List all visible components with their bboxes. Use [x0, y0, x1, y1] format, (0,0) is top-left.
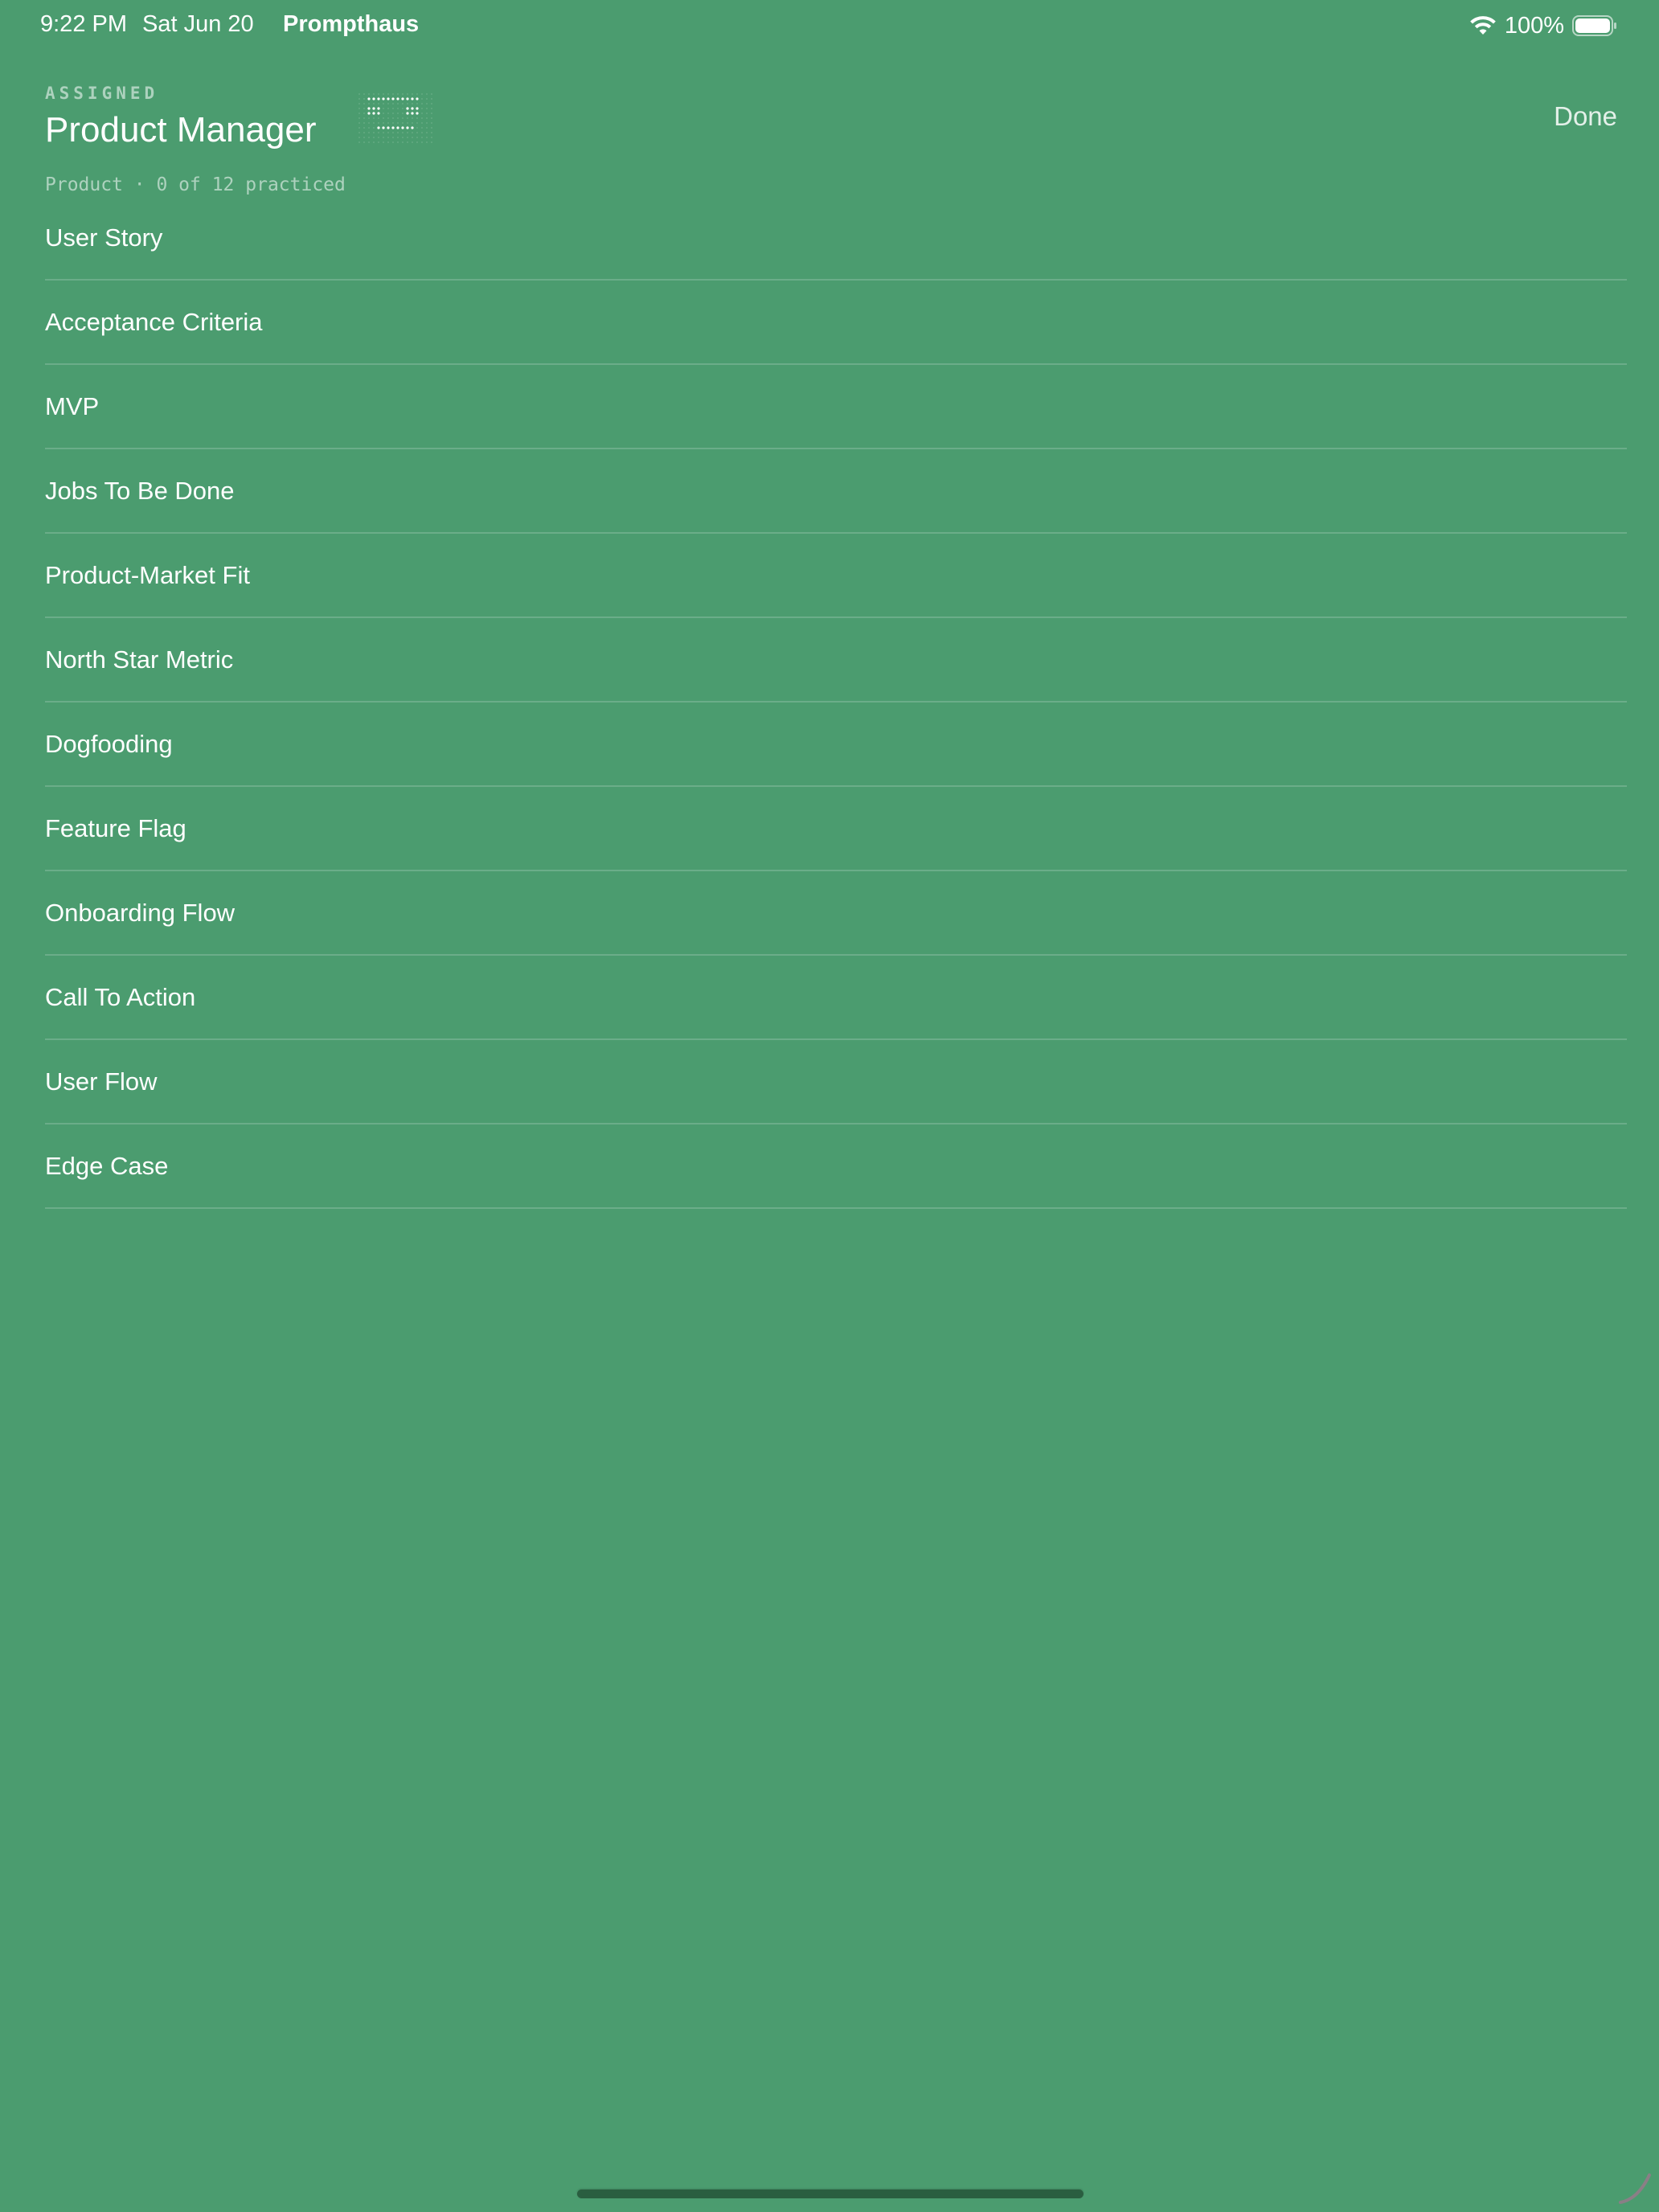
- status-date: Sat Jun 20: [142, 11, 254, 37]
- status-indicators: 100%: [1469, 11, 1617, 40]
- battery-icon: [1572, 15, 1616, 36]
- list-item-label: Call To Action: [45, 982, 196, 1011]
- list-item-label: Jobs To Be Done: [45, 476, 235, 505]
- progress-subtitle: Product · 0 of 12 practiced: [45, 174, 346, 195]
- list-item[interactable]: User Story: [45, 196, 1627, 281]
- dot-matrix-face-icon: [358, 93, 432, 143]
- list-item[interactable]: Onboarding Flow: [45, 871, 1627, 956]
- list-item[interactable]: Jobs To Be Done: [45, 449, 1627, 534]
- list-item-label: North Star Metric: [45, 645, 234, 674]
- section-label: ASSIGNED: [45, 84, 159, 103]
- list-item[interactable]: User Flow: [45, 1040, 1627, 1124]
- resize-handle-icon: [1619, 2173, 1651, 2204]
- list-item[interactable]: Acceptance Criteria: [45, 281, 1627, 365]
- list-item[interactable]: Call To Action: [45, 956, 1627, 1040]
- list-item-label: Product-Market Fit: [45, 560, 250, 589]
- list-item-label: Edge Case: [45, 1151, 169, 1180]
- home-indicator[interactable]: [577, 2189, 1083, 2198]
- wifi-icon: [1470, 16, 1496, 35]
- status-time: 9:22 PM: [40, 11, 127, 37]
- list-item-label: MVP: [45, 391, 100, 420]
- page-title: Product Manager: [45, 110, 317, 150]
- battery-percent: 100%: [1504, 12, 1564, 39]
- list-item-label: Onboarding Flow: [45, 898, 236, 927]
- list-item-label: User Story: [45, 223, 163, 252]
- list-item[interactable]: Dogfooding: [45, 703, 1627, 787]
- list-item[interactable]: Product-Market Fit: [45, 534, 1627, 618]
- list-item[interactable]: North Star Metric: [45, 618, 1627, 703]
- list-item[interactable]: Edge Case: [45, 1124, 1627, 1209]
- done-button[interactable]: Done: [1554, 101, 1617, 132]
- list-item[interactable]: MVP: [45, 365, 1627, 449]
- status-bar: 9:22 PM Sat Jun 20 Prompthaus 100%: [0, 0, 1659, 51]
- list-item-label: User Flow: [45, 1067, 158, 1096]
- list-item[interactable]: Feature Flag: [45, 787, 1627, 871]
- term-list: User Story Acceptance Criteria MVP Jobs …: [45, 196, 1627, 1209]
- status-app-name: Prompthaus: [283, 11, 420, 37]
- list-item-label: Feature Flag: [45, 813, 186, 842]
- list-item-label: Acceptance Criteria: [45, 307, 263, 336]
- list-item-label: Dogfooding: [45, 729, 173, 758]
